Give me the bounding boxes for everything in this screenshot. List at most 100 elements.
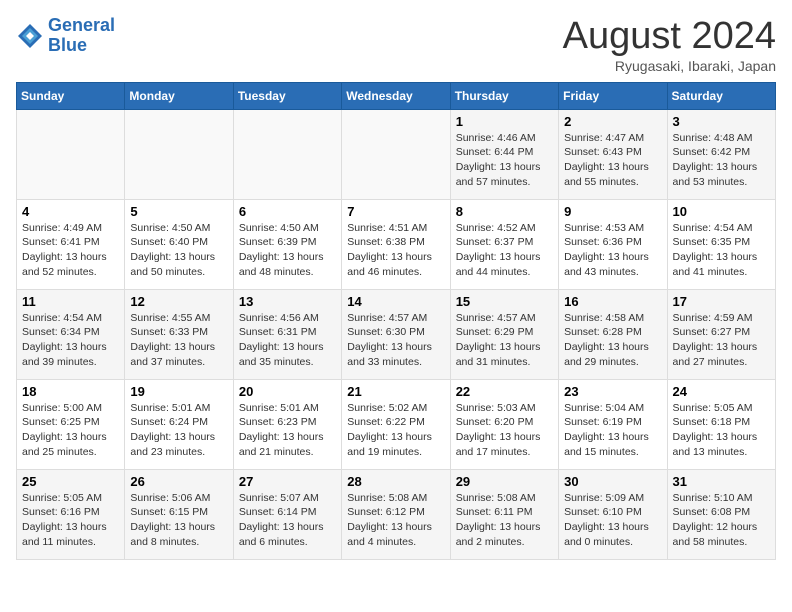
day-info: Sunrise: 5:03 AM Sunset: 6:20 PM Dayligh…	[456, 401, 553, 460]
calendar-cell: 24 Sunrise: 5:05 AM Sunset: 6:18 PM Dayli…	[667, 379, 775, 469]
day-number: 23	[564, 384, 661, 399]
day-info: Sunrise: 5:04 AM Sunset: 6:19 PM Dayligh…	[564, 401, 661, 460]
day-number: 14	[347, 294, 444, 309]
day-number: 31	[673, 474, 770, 489]
calendar-week-row: 4Sunrise: 4:49 AM Sunset: 6:41 PM Daylig…	[17, 199, 776, 289]
calendar-cell	[17, 109, 125, 199]
day-number: 19	[130, 384, 227, 399]
day-info: Sunrise: 4:54 AM Sunset: 6:34 PM Dayligh…	[22, 311, 119, 370]
subtitle: Ryugasaki, Ibaraki, Japan	[563, 58, 776, 74]
calendar-cell: 23 Sunrise: 5:04 AM Sunset: 6:19 PM Dayli…	[559, 379, 667, 469]
day-info: Sunrise: 4:50 AM Sunset: 6:40 PM Dayligh…	[130, 221, 227, 280]
day-number: 10	[673, 204, 770, 219]
calendar-cell: 6 Sunrise: 4:50 AM Sunset: 6:39 PM Daylig…	[233, 199, 341, 289]
calendar-cell: 27Sunrise: 5:07 AM Sunset: 6:14 PM Dayli…	[233, 469, 341, 559]
calendar-cell: 2 Sunrise: 4:47 AM Sunset: 6:43 PM Daylig…	[559, 109, 667, 199]
day-info: Sunrise: 5:05 AM Sunset: 6:18 PM Dayligh…	[673, 401, 770, 460]
day-info: Sunrise: 4:58 AM Sunset: 6:28 PM Dayligh…	[564, 311, 661, 370]
calendar-cell: 14 Sunrise: 4:57 AM Sunset: 6:30 PM Dayli…	[342, 289, 450, 379]
calendar-cell	[342, 109, 450, 199]
weekday-header-tuesday: Tuesday	[233, 82, 341, 109]
weekday-header-thursday: Thursday	[450, 82, 558, 109]
day-info: Sunrise: 4:55 AM Sunset: 6:33 PM Dayligh…	[130, 311, 227, 370]
day-info: Sunrise: 4:57 AM Sunset: 6:29 PM Dayligh…	[456, 311, 553, 370]
main-title: August 2024	[563, 16, 776, 58]
calendar-cell: 29 Sunrise: 5:08 AM Sunset: 6:11 PM Dayli…	[450, 469, 558, 559]
calendar-cell	[233, 109, 341, 199]
day-info: Sunrise: 4:57 AM Sunset: 6:30 PM Dayligh…	[347, 311, 444, 370]
calendar-cell: 12 Sunrise: 4:55 AM Sunset: 6:33 PM Dayli…	[125, 289, 233, 379]
day-number: 21	[347, 384, 444, 399]
calendar-cell: 30Sunrise: 5:09 AM Sunset: 6:10 PM Dayli…	[559, 469, 667, 559]
calendar-cell: 3Sunrise: 4:48 AM Sunset: 6:42 PM Daylig…	[667, 109, 775, 199]
logo-line2: Blue	[48, 35, 87, 55]
day-info: Sunrise: 4:47 AM Sunset: 6:43 PM Dayligh…	[564, 131, 661, 190]
day-number: 29	[456, 474, 553, 489]
calendar-week-row: 18 Sunrise: 5:00 AM Sunset: 6:25 PM Dayli…	[17, 379, 776, 469]
day-info: Sunrise: 5:01 AM Sunset: 6:24 PM Dayligh…	[130, 401, 227, 460]
calendar-table: SundayMondayTuesdayWednesdayThursdayFrid…	[16, 82, 776, 560]
calendar-cell: 5 Sunrise: 4:50 AM Sunset: 6:40 PM Daylig…	[125, 199, 233, 289]
weekday-header-monday: Monday	[125, 82, 233, 109]
day-info: Sunrise: 5:10 AM Sunset: 6:08 PM Dayligh…	[673, 491, 770, 550]
day-info: Sunrise: 4:53 AM Sunset: 6:36 PM Dayligh…	[564, 221, 661, 280]
day-info: Sunrise: 5:08 AM Sunset: 6:11 PM Dayligh…	[456, 491, 553, 550]
day-info: Sunrise: 5:05 AM Sunset: 6:16 PM Dayligh…	[22, 491, 119, 550]
day-info: Sunrise: 5:07 AM Sunset: 6:14 PM Dayligh…	[239, 491, 336, 550]
calendar-cell: 21 Sunrise: 5:02 AM Sunset: 6:22 PM Dayli…	[342, 379, 450, 469]
calendar-cell: 17Sunrise: 4:59 AM Sunset: 6:27 PM Dayli…	[667, 289, 775, 379]
day-info: Sunrise: 5:08 AM Sunset: 6:12 PM Dayligh…	[347, 491, 444, 550]
day-number: 2	[564, 114, 661, 129]
day-number: 20	[239, 384, 336, 399]
day-info: Sunrise: 4:50 AM Sunset: 6:39 PM Dayligh…	[239, 221, 336, 280]
day-number: 22	[456, 384, 553, 399]
day-info: Sunrise: 4:48 AM Sunset: 6:42 PM Dayligh…	[673, 131, 770, 190]
day-number: 30	[564, 474, 661, 489]
day-info: Sunrise: 4:51 AM Sunset: 6:38 PM Dayligh…	[347, 221, 444, 280]
weekday-header-saturday: Saturday	[667, 82, 775, 109]
calendar-cell: 25 Sunrise: 5:05 AM Sunset: 6:16 PM Dayli…	[17, 469, 125, 559]
calendar-cell: 15 Sunrise: 4:57 AM Sunset: 6:29 PM Dayli…	[450, 289, 558, 379]
day-info: Sunrise: 4:49 AM Sunset: 6:41 PM Dayligh…	[22, 221, 119, 280]
day-info: Sunrise: 4:52 AM Sunset: 6:37 PM Dayligh…	[456, 221, 553, 280]
day-number: 26	[130, 474, 227, 489]
day-number: 13	[239, 294, 336, 309]
day-number: 15	[456, 294, 553, 309]
calendar-cell: 9Sunrise: 4:53 AM Sunset: 6:36 PM Daylig…	[559, 199, 667, 289]
calendar-cell: 18 Sunrise: 5:00 AM Sunset: 6:25 PM Dayli…	[17, 379, 125, 469]
day-info: Sunrise: 5:06 AM Sunset: 6:15 PM Dayligh…	[130, 491, 227, 550]
calendar-week-row: 25 Sunrise: 5:05 AM Sunset: 6:16 PM Dayli…	[17, 469, 776, 559]
calendar-cell	[125, 109, 233, 199]
day-info: Sunrise: 5:01 AM Sunset: 6:23 PM Dayligh…	[239, 401, 336, 460]
weekday-header-friday: Friday	[559, 82, 667, 109]
day-number: 5	[130, 204, 227, 219]
day-number: 12	[130, 294, 227, 309]
day-number: 18	[22, 384, 119, 399]
logo-text: General Blue	[48, 16, 115, 56]
day-number: 17	[673, 294, 770, 309]
day-info: Sunrise: 4:54 AM Sunset: 6:35 PM Dayligh…	[673, 221, 770, 280]
calendar-cell: 19 Sunrise: 5:01 AM Sunset: 6:24 PM Dayli…	[125, 379, 233, 469]
calendar-cell: 13 Sunrise: 4:56 AM Sunset: 6:31 PM Dayli…	[233, 289, 341, 379]
day-number: 6	[239, 204, 336, 219]
day-number: 25	[22, 474, 119, 489]
day-info: Sunrise: 4:46 AM Sunset: 6:44 PM Dayligh…	[456, 131, 553, 190]
day-info: Sunrise: 4:56 AM Sunset: 6:31 PM Dayligh…	[239, 311, 336, 370]
calendar-cell: 16 Sunrise: 4:58 AM Sunset: 6:28 PM Dayli…	[559, 289, 667, 379]
day-number: 16	[564, 294, 661, 309]
day-number: 1	[456, 114, 553, 129]
calendar-cell: 8Sunrise: 4:52 AM Sunset: 6:37 PM Daylig…	[450, 199, 558, 289]
calendar-cell: 1 Sunrise: 4:46 AM Sunset: 6:44 PM Daylig…	[450, 109, 558, 199]
weekday-header-sunday: Sunday	[17, 82, 125, 109]
day-number: 24	[673, 384, 770, 399]
logo-line1: General	[48, 15, 115, 35]
logo-icon	[16, 22, 44, 50]
day-info: Sunrise: 5:02 AM Sunset: 6:22 PM Dayligh…	[347, 401, 444, 460]
page-header: General Blue August 2024 Ryugasaki, Ibar…	[16, 16, 776, 74]
calendar-cell: 31 Sunrise: 5:10 AM Sunset: 6:08 PM Dayli…	[667, 469, 775, 559]
calendar-week-row: 1 Sunrise: 4:46 AM Sunset: 6:44 PM Daylig…	[17, 109, 776, 199]
day-info: Sunrise: 5:00 AM Sunset: 6:25 PM Dayligh…	[22, 401, 119, 460]
calendar-cell: 7 Sunrise: 4:51 AM Sunset: 6:38 PM Daylig…	[342, 199, 450, 289]
calendar-cell: 20 Sunrise: 5:01 AM Sunset: 6:23 PM Dayli…	[233, 379, 341, 469]
day-number: 7	[347, 204, 444, 219]
